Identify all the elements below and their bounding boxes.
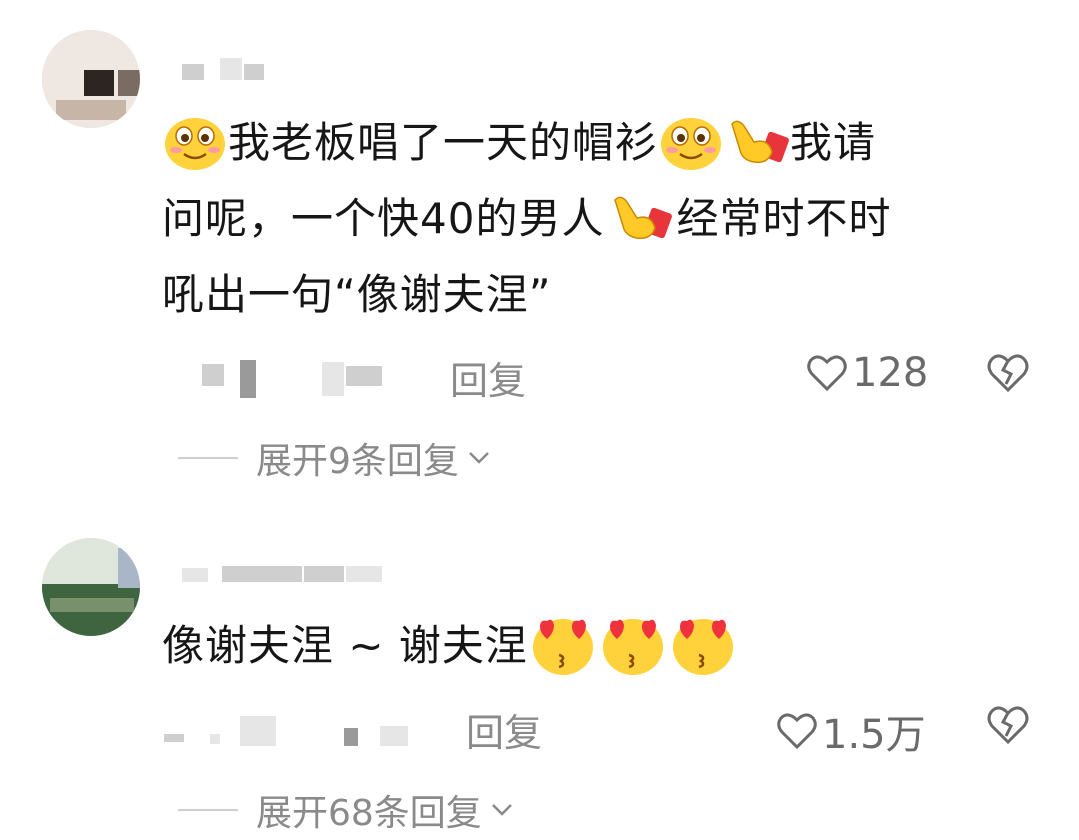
comment-text-part3: 问呢，一个快40的男人 — [162, 194, 605, 243]
avatar[interactable] — [42, 30, 140, 128]
expand-replies-label: 展开68条回复 — [256, 793, 482, 834]
pointing-hand-icon — [614, 196, 673, 239]
comment-1: 我老板唱了一天的帽衫 我请 问呢，一个快40的男人 经常时不时 吼出一句“像谢夫… — [0, 0, 1079, 500]
heart-eyes-kiss-emoji-icon — [672, 618, 733, 675]
comment-text-part4: 经常时不时 — [676, 194, 892, 243]
broken-heart-icon[interactable] — [986, 352, 1030, 394]
avatar[interactable] — [42, 538, 140, 636]
comment-text-part5: 吼出一句“像谢夫涅” — [162, 270, 552, 319]
broken-heart-icon[interactable] — [986, 704, 1030, 746]
reply-button[interactable]: 回复 — [450, 350, 526, 405]
pointing-hand-icon — [731, 120, 789, 163]
heart-outline-icon — [807, 355, 847, 392]
like-button[interactable]: 128 — [806, 350, 928, 396]
divider-dash — [178, 809, 238, 811]
divider-dash — [178, 457, 238, 459]
heart-outline-icon — [777, 713, 817, 750]
comment-text-part1: 我老板唱了一天的帽衫 — [228, 118, 659, 167]
chevron-down-icon — [469, 452, 489, 464]
heart-eyes-kiss-emoji-icon — [602, 618, 663, 675]
like-count: 1.5万 — [822, 712, 926, 758]
comment-text-part1: 像谢夫涅 ~ 谢夫涅 — [162, 621, 528, 670]
reply-button[interactable]: 回复 — [466, 702, 542, 757]
expand-replies-label: 展开9条回复 — [256, 441, 459, 482]
comment-text: 我老板唱了一天的帽衫 我请 问呢，一个快40的男人 经常时不时 吼出一句“像谢夫… — [162, 105, 1042, 333]
like-count: 128 — [852, 350, 929, 396]
heart-eyes-kiss-emoji-icon — [532, 618, 593, 675]
expand-replies-button[interactable]: 展开9条回复 — [178, 432, 491, 484]
smile-emoji-icon — [165, 117, 225, 170]
chevron-down-icon — [491, 804, 512, 816]
comment-2: 像谢夫涅 ~ 谢夫涅 回复 1.5万 展开68条回复 — [0, 520, 1079, 840]
like-button[interactable]: 1.5万 — [776, 702, 926, 760]
comment-text: 像谢夫涅 ~ 谢夫涅 — [162, 608, 1042, 684]
smile-emoji-icon — [661, 117, 722, 170]
expand-replies-button[interactable]: 展开68条回复 — [178, 784, 514, 836]
comment-text-part2: 我请 — [790, 118, 877, 167]
